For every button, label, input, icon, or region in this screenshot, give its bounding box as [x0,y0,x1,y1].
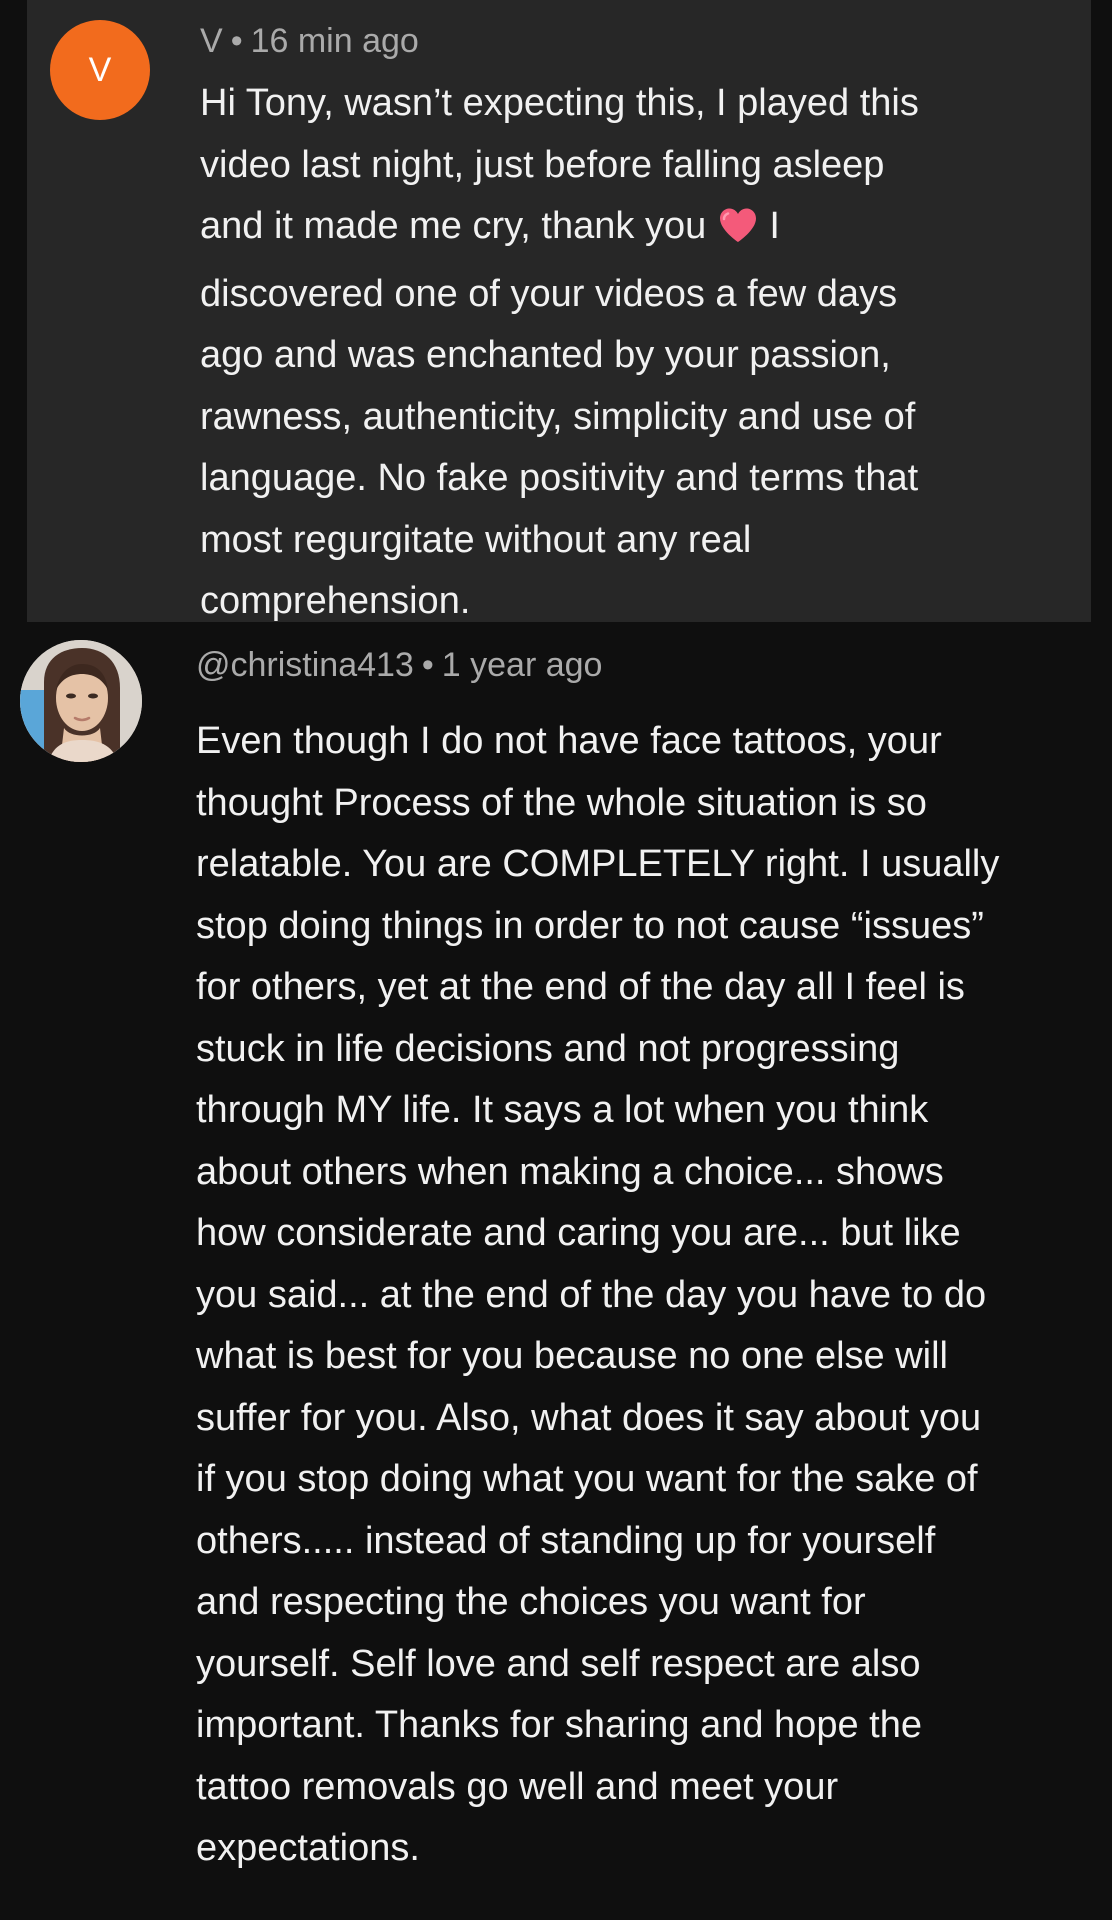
avatar[interactable]: V [50,20,150,120]
comment-text: Hi Tony, wasn’t expecting this, I played… [200,73,1060,633]
avatar-letter: V [88,50,112,89]
comment-time[interactable]: 1 year ago [442,646,603,684]
comment-author[interactable]: V [200,22,223,60]
comment-meta: @christina413 • 1 year ago [196,646,602,685]
separator-dot: • [230,22,243,60]
comment-text-part: Hi Tony, wasn’t expecting this, I played… [200,82,919,247]
separator-dot: • [421,646,434,684]
comment-time[interactable]: 16 min ago [251,22,419,60]
comment-text: Even though I do not have face tattoos, … [196,720,1000,1869]
profile-photo-icon [20,640,142,762]
comment-text-part: I discovered one of your videos a few da… [200,205,919,622]
comment-author[interactable]: @christina413 [196,646,414,684]
avatar[interactable] [20,640,142,762]
comment-meta: V • 16 min ago [200,22,419,61]
heart-icon [717,202,759,264]
